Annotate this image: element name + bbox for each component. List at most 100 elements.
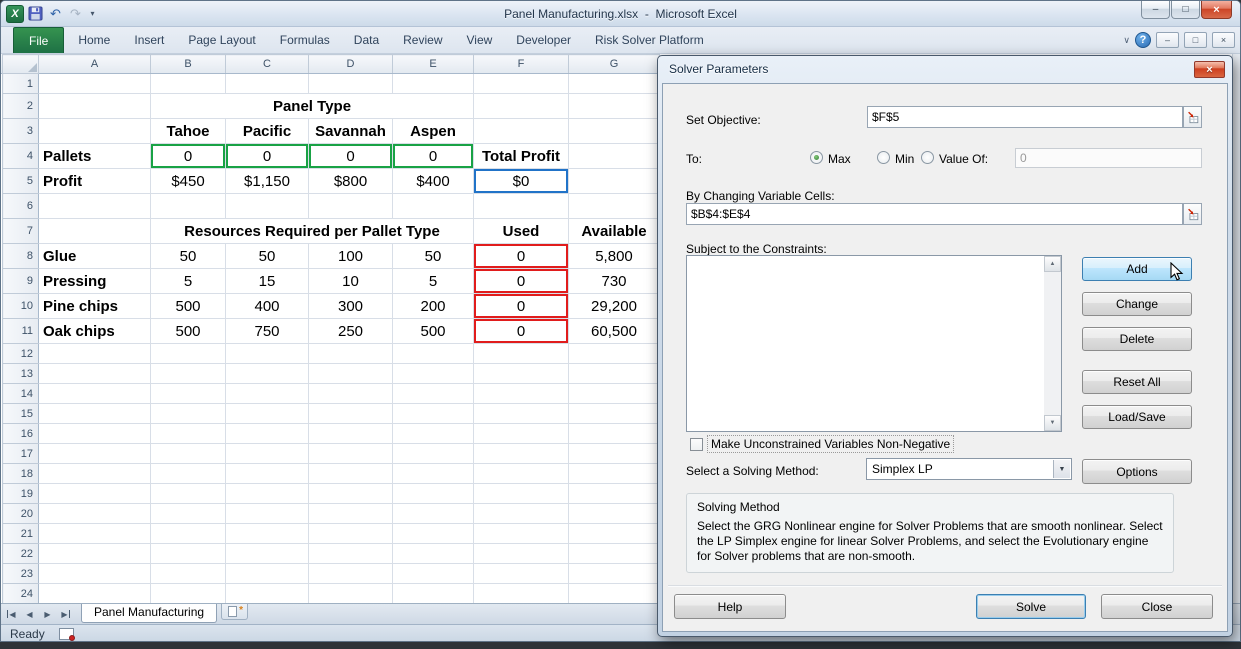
cell-A20[interactable] xyxy=(39,504,151,524)
cell-F12[interactable] xyxy=(474,344,569,364)
cell-F5[interactable]: $0 xyxy=(474,169,569,194)
cell-G9[interactable]: 730 xyxy=(569,269,660,294)
cell-F22[interactable] xyxy=(474,544,569,564)
cell-F19[interactable] xyxy=(474,484,569,504)
cell-F7[interactable]: Used xyxy=(474,219,569,244)
cell-B2[interactable]: Panel Type xyxy=(151,94,474,119)
cell-A24[interactable] xyxy=(39,584,151,604)
cell-B20[interactable] xyxy=(151,504,226,524)
cell-B17[interactable] xyxy=(151,444,226,464)
cell-F21[interactable] xyxy=(474,524,569,544)
delete-button[interactable]: Delete xyxy=(1082,327,1192,351)
cell-G21[interactable] xyxy=(569,524,660,544)
solving-method-select[interactable]: Simplex LP ▼ xyxy=(866,458,1072,480)
column-header-G[interactable]: G xyxy=(569,55,660,74)
cell-F13[interactable] xyxy=(474,364,569,384)
cell-E22[interactable] xyxy=(393,544,474,564)
cell-D16[interactable] xyxy=(309,424,393,444)
cell-B9[interactable]: 5 xyxy=(151,269,226,294)
cell-B11[interactable]: 500 xyxy=(151,319,226,344)
cell-D20[interactable] xyxy=(309,504,393,524)
row-header-4[interactable]: 4 xyxy=(3,144,39,169)
load-save-button[interactable]: Load/Save xyxy=(1082,405,1192,429)
ribbon-tab-page-layout[interactable]: Page Layout xyxy=(176,27,267,53)
cell-B24[interactable] xyxy=(151,584,226,604)
cell-B5[interactable]: $450 xyxy=(151,169,226,194)
workbook-restore-button[interactable]: □ xyxy=(1184,32,1207,48)
constraints-scrollbar[interactable]: ▲ ▼ xyxy=(1044,256,1061,431)
cell-D15[interactable] xyxy=(309,404,393,424)
help-button[interactable]: Help xyxy=(674,594,786,619)
cell-C20[interactable] xyxy=(226,504,309,524)
variable-cells-range-icon[interactable] xyxy=(1183,203,1202,225)
cell-G20[interactable] xyxy=(569,504,660,524)
cell-D23[interactable] xyxy=(309,564,393,584)
cell-G13[interactable] xyxy=(569,364,660,384)
cell-D24[interactable] xyxy=(309,584,393,604)
cell-G24[interactable] xyxy=(569,584,660,604)
cell-C14[interactable] xyxy=(226,384,309,404)
ribbon-tab-developer[interactable]: Developer xyxy=(504,27,583,53)
insert-worksheet-button[interactable]: * xyxy=(221,604,248,620)
row-header-13[interactable]: 13 xyxy=(3,364,39,384)
workbook-close-button[interactable]: × xyxy=(1212,32,1235,48)
qat-customize-icon[interactable]: ▾ xyxy=(87,5,98,22)
cell-A17[interactable] xyxy=(39,444,151,464)
cell-F20[interactable] xyxy=(474,504,569,524)
cell-A7[interactable] xyxy=(39,219,151,244)
close-window-button[interactable]: × xyxy=(1201,1,1232,19)
cell-C8[interactable]: 50 xyxy=(226,244,309,269)
cell-A14[interactable] xyxy=(39,384,151,404)
cell-A11[interactable]: Oak chips xyxy=(39,319,151,344)
select-all-button[interactable] xyxy=(3,55,39,74)
cell-A9[interactable]: Pressing xyxy=(39,269,151,294)
min-radio[interactable] xyxy=(877,151,890,164)
last-sheet-button[interactable]: ▶ xyxy=(58,606,73,622)
cell-D17[interactable] xyxy=(309,444,393,464)
cell-C3[interactable]: Pacific xyxy=(226,119,309,144)
cell-A22[interactable] xyxy=(39,544,151,564)
cell-F24[interactable] xyxy=(474,584,569,604)
cell-A3[interactable] xyxy=(39,119,151,144)
cell-G16[interactable] xyxy=(569,424,660,444)
value-of-radio[interactable] xyxy=(921,151,934,164)
cell-A18[interactable] xyxy=(39,464,151,484)
ribbon-tab-data[interactable]: Data xyxy=(342,27,391,53)
row-header-15[interactable]: 15 xyxy=(3,404,39,424)
save-icon[interactable] xyxy=(27,5,44,22)
help-icon[interactable]: ? xyxy=(1135,32,1151,48)
cell-G8[interactable]: 5,800 xyxy=(569,244,660,269)
cell-G22[interactable] xyxy=(569,544,660,564)
cell-G10[interactable]: 29,200 xyxy=(569,294,660,319)
cell-F14[interactable] xyxy=(474,384,569,404)
cell-A15[interactable] xyxy=(39,404,151,424)
ribbon-tab-insert[interactable]: Insert xyxy=(122,27,176,53)
cell-D9[interactable]: 10 xyxy=(309,269,393,294)
cell-G4[interactable] xyxy=(569,144,660,169)
cell-E14[interactable] xyxy=(393,384,474,404)
cell-C1[interactable] xyxy=(226,74,309,94)
cell-C19[interactable] xyxy=(226,484,309,504)
scroll-down-icon[interactable]: ▼ xyxy=(1044,415,1061,431)
cell-B1[interactable] xyxy=(151,74,226,94)
cell-B6[interactable] xyxy=(151,194,226,219)
sheet-tab-panel-manufacturing[interactable]: Panel Manufacturing xyxy=(81,604,217,623)
cell-F9[interactable]: 0 xyxy=(474,269,569,294)
dialog-close-button[interactable]: × xyxy=(1194,61,1225,78)
cell-C6[interactable] xyxy=(226,194,309,219)
cell-G3[interactable] xyxy=(569,119,660,144)
cell-E11[interactable]: 500 xyxy=(393,319,474,344)
cell-E13[interactable] xyxy=(393,364,474,384)
cell-B16[interactable] xyxy=(151,424,226,444)
cell-F23[interactable] xyxy=(474,564,569,584)
cell-A19[interactable] xyxy=(39,484,151,504)
cell-G15[interactable] xyxy=(569,404,660,424)
cell-G5[interactable] xyxy=(569,169,660,194)
min-label[interactable]: Min xyxy=(895,152,914,166)
row-header-10[interactable]: 10 xyxy=(3,294,39,319)
cell-D13[interactable] xyxy=(309,364,393,384)
solve-button[interactable]: Solve xyxy=(976,594,1086,619)
cell-B14[interactable] xyxy=(151,384,226,404)
cell-E18[interactable] xyxy=(393,464,474,484)
ribbon-tab-view[interactable]: View xyxy=(455,27,505,53)
